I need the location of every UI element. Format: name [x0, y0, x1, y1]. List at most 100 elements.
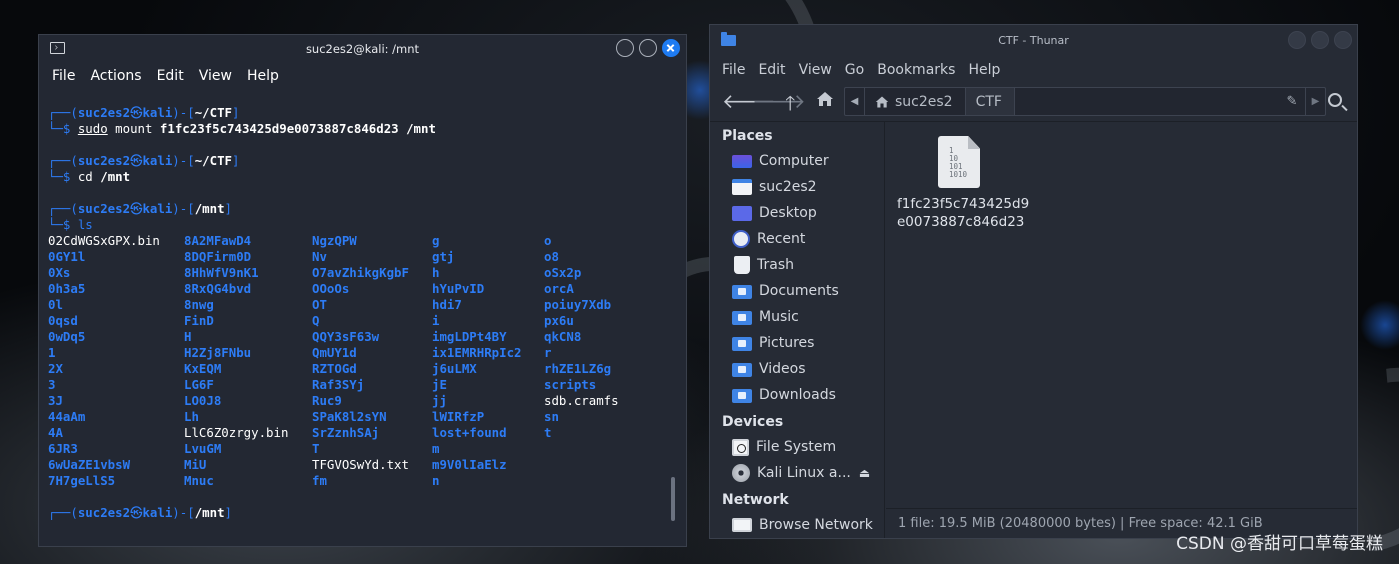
- home-icon[interactable]: [816, 90, 834, 108]
- file-view[interactable]: 1 10 101 1010 f1fc23f5c743425d9e0073887c…: [886, 122, 1357, 508]
- ls-entry: m9V0lIaElz: [432, 457, 507, 472]
- command-line: └─$ sudo mount f1fc23f5c743425d9e0073887…: [48, 121, 436, 136]
- ls-entry: QmUY1d: [312, 345, 357, 360]
- menu-actions[interactable]: Actions: [90, 68, 141, 84]
- path-crumb-home[interactable]: suc2es2: [865, 88, 966, 115]
- ls-entry: 8nwg: [184, 297, 214, 312]
- terminal-output[interactable]: ┌──(suc2es2㉿kali)-[~/CTF] └─$ sudo mount…: [48, 105, 672, 546]
- path-scroll-left-icon[interactable]: ◀: [845, 88, 865, 115]
- eject-icon[interactable]: ⏏: [859, 466, 870, 480]
- ls-entry: 7H7geLlS5: [48, 473, 116, 488]
- desktop-icon: [732, 205, 752, 221]
- sidebar-item-videos[interactable]: Videos: [710, 356, 884, 382]
- menu-help[interactable]: Help: [247, 68, 279, 84]
- sidebar-item-recent[interactable]: Recent: [710, 226, 884, 252]
- ls-entry: px6u: [544, 313, 574, 328]
- disc-icon: [732, 464, 750, 482]
- minimize-button[interactable]: [616, 39, 634, 57]
- path-crumb-ctf[interactable]: CTF: [965, 88, 1015, 115]
- ls-entry: jE: [432, 377, 447, 392]
- thunar-content: Places Computer suc2es2 Desktop Recent T…: [710, 121, 1357, 538]
- menu-view[interactable]: View: [799, 62, 832, 78]
- sidebar-item-trash[interactable]: Trash: [710, 252, 884, 278]
- ls-entry: 0l: [48, 297, 63, 312]
- maximize-button[interactable]: [639, 39, 657, 57]
- prompt-line: ┌──(suc2es2㉿kali)-[/mnt]: [48, 505, 232, 520]
- sidebar-heading-devices: Devices: [722, 414, 784, 430]
- command-line: └─$ ls: [48, 217, 93, 232]
- thunar-title: CTF - Thunar: [998, 34, 1069, 47]
- thunar-menubar: File Edit View Go Bookmarks Help: [710, 55, 1357, 85]
- up-arrow-icon[interactable]: 🡑: [785, 89, 795, 123]
- sidebar-item-filesystem[interactable]: File System: [710, 434, 884, 460]
- terminal-titlebar[interactable]: suc2es2@kali: /mnt: [39, 35, 686, 63]
- ls-entry: H: [184, 329, 192, 344]
- pencil-icon[interactable]: ✎: [1279, 94, 1305, 109]
- ls-entry: lWIRfzP: [432, 409, 485, 424]
- terminal-window[interactable]: suc2es2@kali: /mnt File Actions Edit Vie…: [38, 34, 687, 547]
- menu-view[interactable]: View: [199, 68, 232, 84]
- menu-edit[interactable]: Edit: [157, 68, 184, 84]
- menu-go[interactable]: Go: [845, 62, 864, 78]
- ls-entry: gtj: [432, 249, 455, 264]
- thunar-titlebar[interactable]: CTF - Thunar: [710, 25, 1357, 55]
- ls-entry: O7avZhikgKgbF: [312, 265, 409, 280]
- prompt-line: ┌──(suc2es2㉿kali)-[~/CTF]: [48, 153, 240, 168]
- ls-entry: n: [432, 473, 440, 488]
- sidebar-item-documents[interactable]: Documents: [710, 278, 884, 304]
- ls-entry: MiU: [184, 457, 207, 472]
- ls-entry: hYuPvID: [432, 281, 485, 296]
- sidebar-item-home[interactable]: suc2es2: [710, 174, 884, 200]
- sidebar-heading-network: Network: [722, 492, 789, 508]
- close-button[interactable]: [1334, 31, 1352, 49]
- minimize-button[interactable]: [1288, 31, 1306, 49]
- sidebar-item-kali-disc[interactable]: Kali Linux a... ⏏: [710, 460, 884, 486]
- sidebar-item-music[interactable]: Music: [710, 304, 884, 330]
- sidebar-item-pictures[interactable]: Pictures: [710, 330, 884, 356]
- sidebar-item-label: Kali Linux a...: [757, 465, 851, 481]
- sidebar-item-browse-network[interactable]: Browse Network: [710, 512, 884, 538]
- ls-entry: 8RxQG4bvd: [184, 281, 252, 296]
- ls-entry: oSx2p: [544, 265, 582, 280]
- trash-icon: [734, 256, 750, 274]
- ls-entry: 1: [48, 345, 56, 360]
- terminal-menubar: File Actions Edit View Help: [39, 63, 686, 89]
- menu-help[interactable]: Help: [968, 62, 1000, 78]
- path-crumb-label: suc2es2: [895, 93, 953, 110]
- sidebar-item-downloads[interactable]: Downloads: [710, 382, 884, 408]
- menu-bookmarks[interactable]: Bookmarks: [877, 62, 955, 78]
- sidebar-item-computer[interactable]: Computer: [710, 148, 884, 174]
- ls-entry: 3: [48, 377, 56, 392]
- terminal-scrollbar[interactable]: [671, 477, 675, 521]
- ls-entry: SrZznhSAj: [312, 425, 380, 440]
- thunar-window[interactable]: CTF - Thunar File Edit View Go Bookmarks…: [709, 24, 1358, 539]
- ls-entry: 02CdWGSxGPX.bin: [48, 233, 160, 248]
- menu-file[interactable]: File: [722, 62, 745, 78]
- ls-entry: ix1EMRHRpIc2: [432, 345, 522, 360]
- menu-file[interactable]: File: [52, 68, 75, 84]
- prompt-line: ┌──(suc2es2㉿kali)-[/mnt]: [48, 201, 232, 216]
- forward-arrow-icon[interactable]: 🡒: [752, 89, 806, 113]
- ls-entry: jj: [432, 393, 447, 408]
- path-scroll-right-icon[interactable]: ▶: [1305, 88, 1325, 115]
- wallpaper-glint: [1360, 300, 1399, 350]
- recent-icon: [732, 230, 750, 248]
- ls-empty: [544, 441, 654, 457]
- sidebar-item-desktop[interactable]: Desktop: [710, 200, 884, 226]
- sidebar-item-label: Browse Network: [759, 517, 873, 533]
- ls-entry: Lh: [184, 409, 199, 424]
- ls-entry: h: [432, 265, 440, 280]
- ls-entry: hdi7: [432, 297, 462, 312]
- sidebar-item-label: Computer: [759, 153, 829, 169]
- ls-entry: qkCN8: [544, 329, 582, 344]
- path-bar[interactable]: ◀ suc2es2 CTF ✎ ▶: [844, 87, 1326, 116]
- ls-entry: 0Xs: [48, 265, 71, 280]
- downloads-folder-icon: [732, 389, 752, 403]
- ls-entry: NgzQPW: [312, 233, 357, 248]
- ls-entry: 0h3a5: [48, 281, 86, 296]
- menu-edit[interactable]: Edit: [758, 62, 785, 78]
- ls-entry: Q: [312, 313, 320, 328]
- close-button[interactable]: [662, 39, 680, 57]
- search-icon[interactable]: [1328, 93, 1342, 107]
- maximize-button[interactable]: [1311, 31, 1329, 49]
